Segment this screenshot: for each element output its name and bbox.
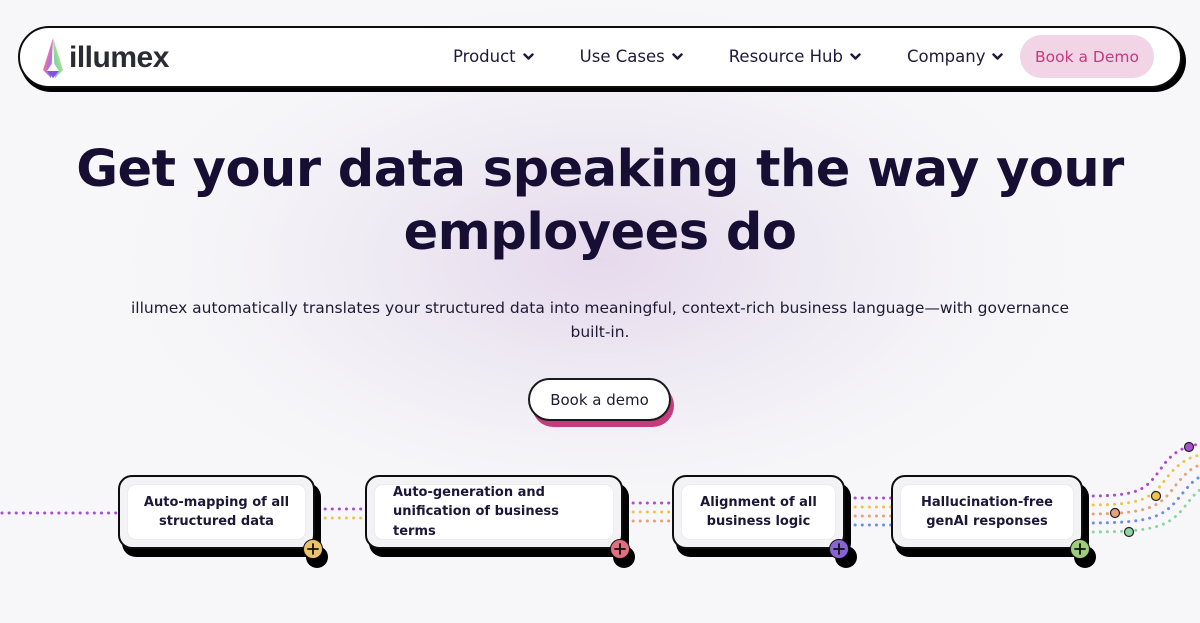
- plus-icon: [614, 543, 626, 555]
- plus-icon: [1074, 543, 1086, 555]
- card-title-line-1: Auto-generation and: [393, 484, 545, 500]
- flow-step-card[interactable]: Alignment of all business logic: [672, 475, 857, 568]
- chevron-down-icon: [992, 52, 1004, 60]
- card-content: Hallucination-free genAI responses: [900, 484, 1074, 540]
- card-content: Auto-mapping of all structured data: [127, 484, 306, 540]
- node-dot-green: [1123, 526, 1135, 538]
- card-title-line-1: Hallucination-free: [921, 494, 1053, 510]
- card-frame: Hallucination-free genAI responses: [891, 475, 1083, 549]
- card-frame: Auto-generation and unification of busin…: [365, 475, 623, 549]
- expand-plus-button[interactable]: [303, 539, 323, 559]
- connector-line-yellow-out: [1084, 453, 1200, 507]
- book-demo-hero-button[interactable]: Book a demo: [528, 378, 671, 421]
- book-demo-nav-button[interactable]: Book a Demo: [1020, 35, 1154, 78]
- brand-name: illumex: [69, 41, 169, 74]
- nav-item-product[interactable]: Product: [453, 47, 534, 66]
- connector-line-purple-out: [1084, 442, 1200, 498]
- hero-subtitle-line-2: built-in.: [570, 323, 630, 341]
- node-dot-orange: [1109, 507, 1121, 519]
- plus-icon: [307, 543, 319, 555]
- nav-item-label: Resource Hub: [728, 47, 843, 66]
- expand-plus-button[interactable]: [1070, 539, 1090, 559]
- nav-item-company[interactable]: Company: [907, 47, 1004, 66]
- flow-step-card[interactable]: Auto-mapping of all structured data: [118, 475, 328, 568]
- chevron-down-icon: [850, 52, 861, 60]
- plus-icon: [833, 543, 845, 555]
- navbar: illumex Product Use Cases Resource Hub C…: [18, 26, 1182, 88]
- hero-subtitle: illumex automatically translates your st…: [110, 296, 1090, 344]
- card-title-line-2: structured data: [159, 514, 274, 529]
- logo[interactable]: illumex: [42, 36, 169, 80]
- chevron-down-icon: [672, 52, 683, 60]
- hero-title-line-2: employees do: [403, 203, 797, 262]
- hero-title: Get your data speaking the way your empl…: [0, 138, 1200, 264]
- node-dot-yellow: [1150, 490, 1162, 502]
- card-title-line-1: Auto-mapping of all: [143, 494, 290, 510]
- card-title-line-2: business logic: [706, 514, 811, 529]
- expand-plus-button[interactable]: [829, 539, 849, 559]
- hero-title-line-1: Get your data speaking the way your: [76, 140, 1124, 199]
- flow-step-card[interactable]: Auto-generation and unification of busin…: [365, 475, 635, 568]
- expand-plus-button[interactable]: [610, 539, 630, 559]
- card-title-line-2: genAI responses: [926, 514, 1048, 529]
- card-title-line-2: unification of business terms: [393, 504, 559, 539]
- card-content: Alignment of all business logic: [681, 484, 836, 540]
- nav-menu: Product Use Cases Resource Hub Company: [453, 28, 1049, 85]
- nav-item-label: Company: [906, 47, 986, 66]
- nav-item-label: Product: [453, 47, 516, 66]
- nav-item-resource-hub[interactable]: Resource Hub: [729, 47, 861, 66]
- card-frame: Auto-mapping of all structured data: [118, 475, 315, 549]
- hero-subtitle-line-1: illumex automatically translates your st…: [130, 299, 1070, 317]
- card-title-line-1: Alignment of all: [700, 494, 817, 510]
- prism-logo-icon: [43, 38, 63, 78]
- node-dot-purple: [1183, 441, 1195, 453]
- card-frame: Alignment of all business logic: [672, 475, 845, 549]
- card-content: Auto-generation and unification of busin…: [374, 484, 614, 540]
- nav-item-use-cases[interactable]: Use Cases: [580, 47, 683, 66]
- flow-step-card[interactable]: Hallucination-free genAI responses: [891, 475, 1096, 568]
- nav-item-label: Use Cases: [579, 47, 665, 66]
- chevron-down-icon: [522, 52, 534, 60]
